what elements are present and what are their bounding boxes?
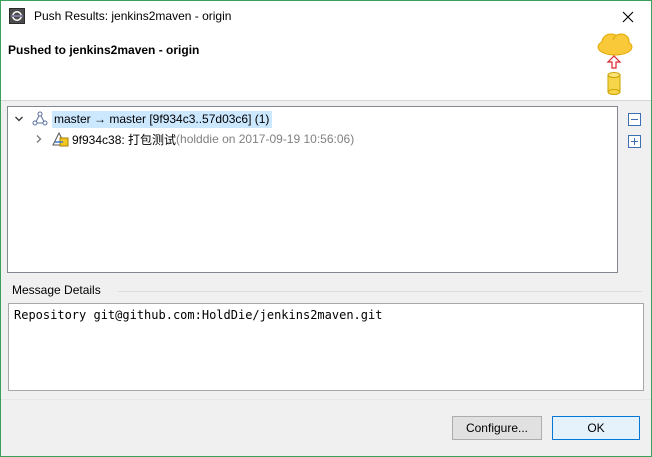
tree-row-ref-update[interactable]: master → master [9f934c3..57d03c6] (1) [12,109,273,129]
ref-update-label[interactable]: master → master [9f934c3..57d03c6] (1) [52,110,273,128]
message-details-text[interactable]: Repository git@github.com:HoldDie/jenkin… [8,303,644,391]
push-results-tree[interactable]: master → master [9f934c3..57d03c6] (1) 9… [7,106,618,273]
expand-all-button[interactable] [628,135,641,148]
configure-button[interactable]: Configure... [452,416,542,440]
push-results-dialog: Push Results: jenkins2maven - origin Pus… [0,0,652,457]
message-details-label: Message Details [12,283,101,297]
eclipse-app-icon [9,8,25,24]
section-divider [118,291,642,292]
close-button[interactable] [605,1,651,32]
window-title: Push Results: jenkins2maven - origin [34,9,232,23]
title-bar: Push Results: jenkins2maven - origin [1,1,651,32]
collapse-all-icon [631,119,638,120]
banner-heading: Pushed to jenkins2maven - origin [8,43,200,57]
commit-label[interactable]: 9f934c38: 打包测试 [72,131,176,148]
footer-divider [1,399,651,400]
branch-icon [31,111,49,127]
commit-meta: (holddie on 2017-09-19 10:56:06) [176,132,355,146]
expand-all-icon [631,138,638,145]
ok-button[interactable]: OK [552,416,640,440]
tree-row-commit[interactable]: 9f934c38: 打包测试 (holddie on 2017-09-19 10… [32,129,354,149]
collapse-all-button[interactable] [628,113,641,126]
close-icon [622,11,634,22]
expand-chevron-down-icon[interactable] [12,112,26,126]
push-to-cloud-icon [593,32,641,100]
header-banner: Pushed to jenkins2maven - origin [1,32,651,101]
commit-icon [51,131,69,147]
expand-chevron-right-icon[interactable] [32,132,46,146]
